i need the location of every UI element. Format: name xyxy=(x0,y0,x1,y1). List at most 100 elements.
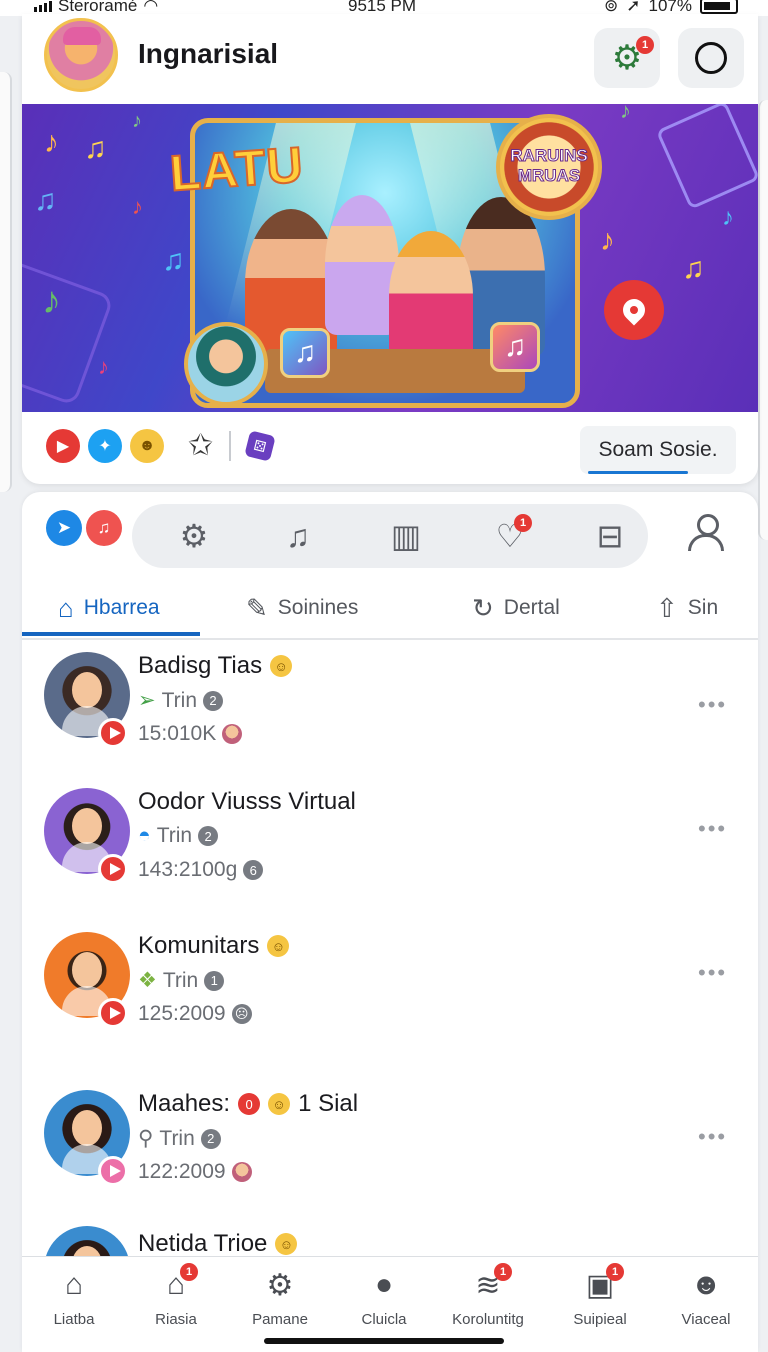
category-icon-bar: ⚙ ♫ ▥ ♡ 1 ⊟ xyxy=(132,504,648,568)
twitter-icon[interactable]: ✦ xyxy=(88,428,122,463)
item-meta-row: 143:2100g 6 xyxy=(138,858,264,882)
item-title-row: Oodor Viusss Virtual xyxy=(138,788,356,816)
list-item[interactable]: Maahes: 0 ☺ 1 Sial ⚲ Trin 2 122:2009 ••• xyxy=(22,1090,758,1210)
tab-sin[interactable]: ⇧ Sin xyxy=(656,580,718,636)
list-item[interactable]: Oodor Viusss Virtual ◓ Trin 2 143:2100g … xyxy=(22,788,758,908)
hero-banner[interactable]: ♪ ♫ ♫ ♪ ♪ ♫ ♪ ♪ ♪ ♫ ♪ ♪ LATU RARUINS MRU… xyxy=(22,104,758,412)
tab-label: Soinines xyxy=(277,596,359,619)
music-tile-icon: ♫ xyxy=(490,322,540,372)
nav-pamane[interactable]: ⚙ Pamane xyxy=(232,1265,328,1329)
item-meta: 15:010K xyxy=(138,722,217,745)
star-outline-icon[interactable]: ✩ xyxy=(188,428,213,463)
speaker-decoration xyxy=(22,257,115,407)
character-illustration xyxy=(389,231,473,361)
user-icon: ☻ xyxy=(690,1268,722,1301)
bag-icon[interactable]: ⊟ xyxy=(584,514,636,558)
nav-label: Viaceal xyxy=(681,1311,731,1328)
nav-badge: 1 xyxy=(606,1263,624,1281)
music-note-icon: ♫ xyxy=(84,132,107,165)
tab-hbarrea[interactable]: ⌂ Hbarrea xyxy=(58,580,160,636)
play-badge-icon[interactable] xyxy=(98,854,128,884)
item-title: Oodor Viusss Virtual xyxy=(138,788,356,815)
menu-button[interactable] xyxy=(678,28,744,88)
scissors-badge-icon[interactable] xyxy=(98,1156,128,1186)
nav-koroluntitg[interactable]: ≋ 1 Koroluntitg xyxy=(440,1263,536,1328)
more-options-icon[interactable]: ••• xyxy=(698,692,727,718)
nav-label: Koroluntitg xyxy=(452,1311,524,1328)
divider xyxy=(229,430,232,461)
refresh-icon: ↻ xyxy=(472,592,494,623)
status-icon: ☹ xyxy=(231,1004,252,1024)
count-chip: 2 xyxy=(203,690,223,711)
record-icon: 0 xyxy=(238,1093,261,1115)
item-title-row: Komunitars ☺ xyxy=(138,932,290,960)
list-item[interactable]: Badisg Tias ☺ ➢ Trin 2 15:010K ••• xyxy=(22,652,758,772)
banner-logo-text: RARUINS MRUAS xyxy=(510,146,588,186)
smiley-icon: ☺ xyxy=(267,935,290,957)
home-indicator[interactable] xyxy=(264,1338,504,1344)
item-subtitle-row: ➢ Trin 2 xyxy=(138,688,223,713)
item-meta-row: 125:2009 ☹ xyxy=(138,1002,252,1026)
mini-avatar xyxy=(231,1162,252,1182)
item-title-extra: 1 Sial xyxy=(298,1090,359,1117)
more-options-icon[interactable]: ••• xyxy=(698,960,727,986)
smiley-icon: ☺ xyxy=(275,1233,298,1255)
nav-viaceal[interactable]: ☻ Viaceal xyxy=(658,1265,754,1328)
item-meta: 122:2009 xyxy=(138,1160,226,1183)
dice-icon[interactable]: ⚄ xyxy=(244,429,276,462)
music-note-icon: ♪ xyxy=(132,194,143,219)
tab-dertal[interactable]: ↻ Dertal xyxy=(472,580,560,636)
search-field[interactable]: Soam Sosie. xyxy=(580,426,736,474)
play-badge-icon[interactable] xyxy=(98,998,128,1028)
tab-label: Dertal xyxy=(503,596,560,619)
smiley-icon: ☺ xyxy=(270,655,293,677)
tab-label: Sin xyxy=(687,596,719,619)
character-illustration xyxy=(325,195,399,335)
paper-plane-icon: ➢ xyxy=(138,689,156,712)
music-app-icon[interactable]: ♫ xyxy=(86,510,122,546)
item-subtitle: Trin xyxy=(162,968,199,992)
item-subtitle-row: ❖ Trin 1 xyxy=(138,968,225,993)
nav-riasia[interactable]: ⌂ 1 Riasia xyxy=(128,1263,224,1328)
more-options-icon[interactable]: ••• xyxy=(698,1124,727,1150)
settings-box-icon: ⚙ xyxy=(266,1268,294,1302)
nav-badge: 1 xyxy=(180,1263,198,1281)
home-icon: ⌂ xyxy=(58,592,74,623)
list-item[interactable]: Komunitars ☺ ❖ Trin 1 125:2009 ☹ ••• xyxy=(22,932,758,1052)
item-title-row: Maahes: 0 ☺ 1 Sial xyxy=(138,1090,358,1118)
telegram-icon[interactable]: ➤ xyxy=(46,510,82,546)
emoji-icon[interactable]: ☻ xyxy=(130,428,164,463)
book-icon[interactable]: ▥ xyxy=(380,514,432,558)
profile-avatar[interactable] xyxy=(44,18,118,92)
home-icon: ⌂ xyxy=(64,1268,84,1301)
pin-icon: ⚲ xyxy=(138,1127,154,1150)
nav-label: Suipieal xyxy=(573,1311,627,1328)
settings-button[interactable]: ⚙ 1 xyxy=(594,28,660,88)
banner-avatar xyxy=(184,322,268,406)
play-badge-icon[interactable] xyxy=(98,718,128,748)
active-tab-indicator xyxy=(22,632,200,636)
house-camera-icon: ⌂ 1 xyxy=(156,1263,198,1305)
tab-label: Hbarrea xyxy=(83,596,160,619)
music-note-icon: ♫ xyxy=(682,252,705,285)
person-icon: ● xyxy=(374,1268,394,1301)
count-chip: 2 xyxy=(198,826,219,846)
nav-liatba[interactable]: ⌂ Liatba xyxy=(26,1265,122,1328)
music-note-icon[interactable]: ♫ xyxy=(272,514,324,558)
more-options-icon[interactable]: ••• xyxy=(698,816,727,842)
item-meta-row: 15:010K xyxy=(138,722,243,746)
heart-icon[interactable]: ♡ 1 xyxy=(484,514,536,558)
cookie-icon[interactable]: ⚙ xyxy=(168,514,220,558)
profile-icon[interactable] xyxy=(682,512,730,552)
item-meta: 143:2100g xyxy=(138,858,238,881)
location-pin-icon[interactable] xyxy=(604,280,664,340)
nav-suipieal[interactable]: ▣ 1 Suipieal xyxy=(552,1263,648,1328)
music-note-icon: ♪ xyxy=(98,354,109,379)
nav-cluicla[interactable]: ● Cluicla xyxy=(336,1265,432,1328)
youtube-icon[interactable]: ▶ xyxy=(46,428,80,463)
item-title: Netida Trioe xyxy=(138,1230,268,1257)
profile-card: Ingnarisial ⚙ 1 ♪ ♫ ♫ ♪ ♪ ♫ ♪ ♪ ♪ ♫ ♪ ♪ … xyxy=(22,14,758,484)
tab-soinines[interactable]: ✎ Soinines xyxy=(246,580,358,636)
music-note-icon: ♫ xyxy=(162,244,185,277)
music-note-icon: ♪ xyxy=(132,110,142,132)
